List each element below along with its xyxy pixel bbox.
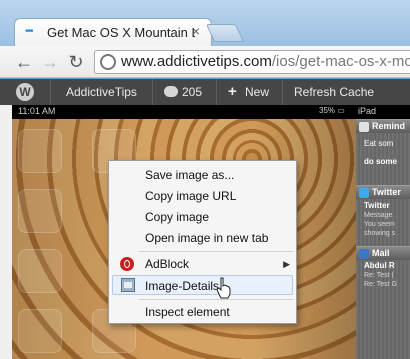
reload-icon[interactable]: ↻ — [66, 52, 86, 72]
tab-active[interactable]: ••• Get Mac OS X Mountain Lio × — [14, 18, 212, 46]
menu-item-copy-image[interactable]: Copy image — [109, 207, 296, 227]
notif-line: do some — [364, 157, 397, 166]
admin-bar-divider — [282, 79, 283, 105]
menu-item-adblock[interactable]: AdBlock ▶ — [109, 254, 296, 274]
notification-center: Remind Eat som do some Twitter Twitter M… — [356, 119, 410, 359]
comments-count[interactable]: 205 — [182, 79, 202, 105]
context-menu: Save image as... Copy image URL Copy ima… — [108, 160, 297, 324]
menu-item-inspect[interactable]: Inspect element — [109, 302, 296, 322]
site-name-link[interactable]: AddictiveTips — [66, 79, 137, 105]
app-icon — [18, 189, 62, 233]
tab-title: Get Mac OS X Mountain Lio — [47, 25, 195, 40]
notif-line: Message — [364, 212, 393, 219]
ipad-label: iPad — [358, 106, 377, 116]
notif-line: Re: Test G — [364, 281, 397, 288]
menu-item-save-image[interactable]: Save image as... — [109, 165, 296, 185]
reminders-icon — [359, 122, 369, 132]
notif-line: Re: Test ( — [364, 272, 394, 279]
menu-item-label: Inspect element — [145, 305, 230, 319]
globe-icon — [100, 54, 116, 70]
menu-item-label: Image-Details — [145, 279, 220, 293]
notif-header-reminders[interactable]: Remind — [356, 119, 410, 133]
mail-icon — [359, 249, 369, 259]
wordpress-logo-icon[interactable]: W — [16, 83, 34, 101]
menu-item-label: Copy image URL — [145, 189, 237, 203]
submenu-arrow-icon: ▶ — [283, 259, 290, 269]
app-icon — [18, 129, 62, 173]
menu-separator — [139, 299, 293, 300]
ipad-time: 11:01 AM — [18, 106, 56, 116]
url-host: www.addictivetips.com — [121, 53, 272, 70]
notif-app-name: Remind — [372, 121, 406, 131]
admin-bar-divider — [216, 79, 217, 105]
notif-app-name: Twitter — [372, 187, 401, 197]
adblock-icon — [120, 257, 134, 271]
twitter-icon — [359, 188, 369, 198]
menu-item-open-new-tab[interactable]: Open image in new tab — [109, 228, 296, 248]
admin-bar-divider — [50, 79, 51, 105]
menu-item-label: Copy image — [145, 210, 210, 224]
app-icon — [18, 249, 62, 293]
ipad-status-bar: 11:01 AM 35% ▭ iPad — [12, 105, 410, 119]
menu-separator — [139, 251, 293, 252]
notif-app-name: Mail — [372, 248, 390, 258]
comments-icon[interactable] — [164, 86, 178, 97]
notif-line: Twitter — [364, 201, 390, 210]
ipad-battery: 35% ▭ — [319, 106, 345, 115]
tab-strip: ••• Get Mac OS X Mountain Lio × — [0, 0, 410, 46]
notif-line: showing s — [364, 230, 396, 237]
forward-arrow-icon[interactable]: → — [40, 52, 60, 72]
tab-favicon-icon: ••• — [25, 26, 34, 37]
address-bar[interactable]: www.addictivetips.com/ios/get-mac-os-x-m… — [94, 50, 410, 74]
menu-item-copy-url[interactable]: Copy image URL — [109, 186, 296, 206]
menu-item-label: AdBlock — [145, 257, 190, 271]
menu-item-label: Save image as... — [145, 168, 235, 182]
image-details-icon — [121, 278, 135, 292]
refresh-cache-link[interactable]: Refresh Cache — [294, 79, 374, 105]
new-content-link[interactable]: New — [245, 79, 269, 105]
url-path: /ios/get-mac-os-x-mou — [271, 53, 410, 70]
wp-admin-bar: W AddictiveTips 205 + New Refresh Cache — [0, 79, 410, 105]
browser-toolbar: ← → ↻ www.addictivetips.com/ios/get-mac-… — [0, 46, 410, 78]
notif-header-twitter[interactable]: Twitter — [356, 185, 410, 199]
page-gutter — [0, 105, 12, 359]
menu-item-label: Open image in new tab — [145, 231, 269, 245]
url-text: www.addictivetips.com/ios/get-mac-os-x-m… — [121, 53, 410, 70]
notif-line: Eat som — [364, 139, 394, 148]
notif-line: Abdul R — [364, 261, 395, 270]
notif-line: You seem — [364, 221, 395, 228]
tab-close-icon[interactable]: × — [189, 24, 203, 38]
plus-icon[interactable]: + — [228, 79, 237, 105]
notif-header-mail[interactable]: Mail — [356, 246, 410, 260]
menu-item-image-details[interactable]: Image-Details — [112, 275, 293, 295]
admin-bar-divider — [152, 79, 153, 105]
hand-pointer-cursor-icon — [216, 277, 231, 299]
app-icon — [18, 309, 62, 353]
back-arrow-icon[interactable]: ← — [14, 52, 34, 72]
